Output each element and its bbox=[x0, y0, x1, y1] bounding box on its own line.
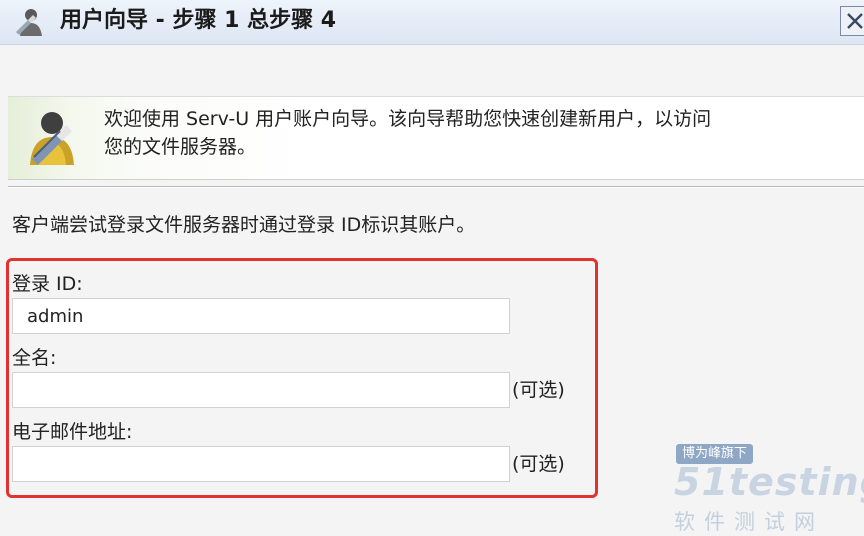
user-wizard-icon bbox=[22, 107, 80, 169]
welcome-banner: 欢迎使用 Serv-U 用户账户向导。该向导帮助您快速创建新用户，以访问 您的文… bbox=[8, 96, 864, 180]
full-name-optional-label: (可选) bbox=[512, 379, 565, 401]
watermark-logo: 51testing bbox=[674, 460, 864, 504]
full-name-input[interactable] bbox=[12, 372, 510, 408]
email-label: 电子邮件地址: bbox=[12, 421, 133, 443]
login-id-label: 登录 ID: bbox=[12, 273, 83, 295]
full-name-label: 全名: bbox=[12, 347, 57, 369]
email-input[interactable] bbox=[12, 446, 510, 482]
welcome-text: 欢迎使用 Serv-U 用户账户向导。该向导帮助您快速创建新用户，以访问 您的文… bbox=[104, 105, 864, 161]
watermark-subtitle: 软件测试网 bbox=[674, 510, 824, 534]
separator bbox=[8, 186, 864, 188]
watermark: 博为峰旗下 51testing 软件测试网 bbox=[668, 444, 864, 534]
instruction-text: 客户端尝试登录文件服务器时通过登录 ID标识其账户。 bbox=[12, 214, 476, 236]
user-wizard-window: 用户向导 - 步骤 1 总步骤 4 欢迎使用 Serv-U 用户账户向导。该向导… bbox=[0, 0, 864, 536]
wizard-user-icon bbox=[12, 6, 48, 38]
email-optional-label: (可选) bbox=[512, 453, 565, 475]
title-bar[interactable]: 用户向导 - 步骤 1 总步骤 4 bbox=[0, 0, 864, 45]
login-id-input[interactable] bbox=[12, 298, 510, 334]
welcome-text-line-1: 欢迎使用 Serv-U 用户账户向导。该向导帮助您快速创建新用户，以访问 bbox=[104, 108, 712, 130]
close-button[interactable] bbox=[840, 6, 864, 36]
window-title: 用户向导 - 步骤 1 总步骤 4 bbox=[60, 8, 337, 33]
welcome-text-line-2: 您的文件服务器。 bbox=[104, 136, 257, 158]
